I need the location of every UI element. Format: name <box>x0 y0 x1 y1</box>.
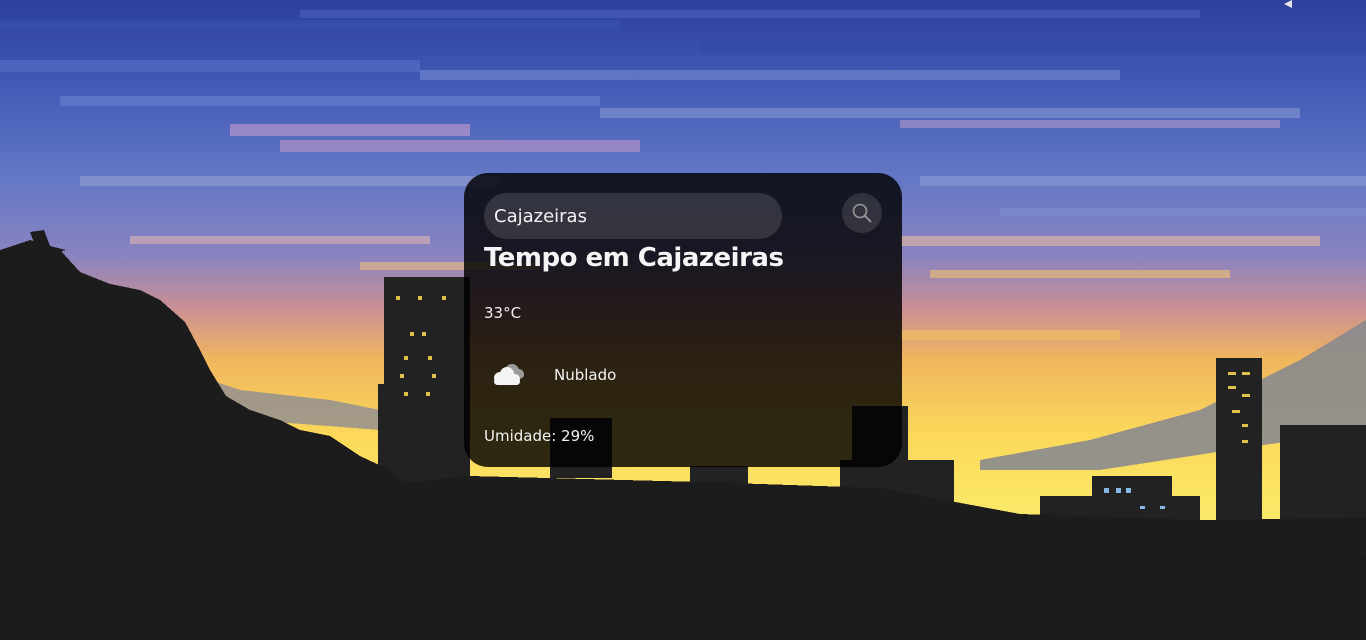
weather-card: Tempo em Cajazeiras 33°C Nublado Umidade… <box>464 173 902 467</box>
search-button[interactable] <box>842 193 882 233</box>
temperature: 33°C <box>484 304 522 322</box>
search-bar <box>484 193 882 239</box>
search-input[interactable] <box>484 193 782 239</box>
condition-text: Nublado <box>554 366 617 384</box>
condition-row: Nublado <box>484 357 784 393</box>
search-icon <box>852 203 872 223</box>
humidity: Umidade: 29% <box>484 427 595 445</box>
city-title: Tempo em Cajazeiras <box>484 243 784 273</box>
cloud-icon <box>494 364 524 385</box>
corner-arrow-icon <box>1284 0 1292 8</box>
